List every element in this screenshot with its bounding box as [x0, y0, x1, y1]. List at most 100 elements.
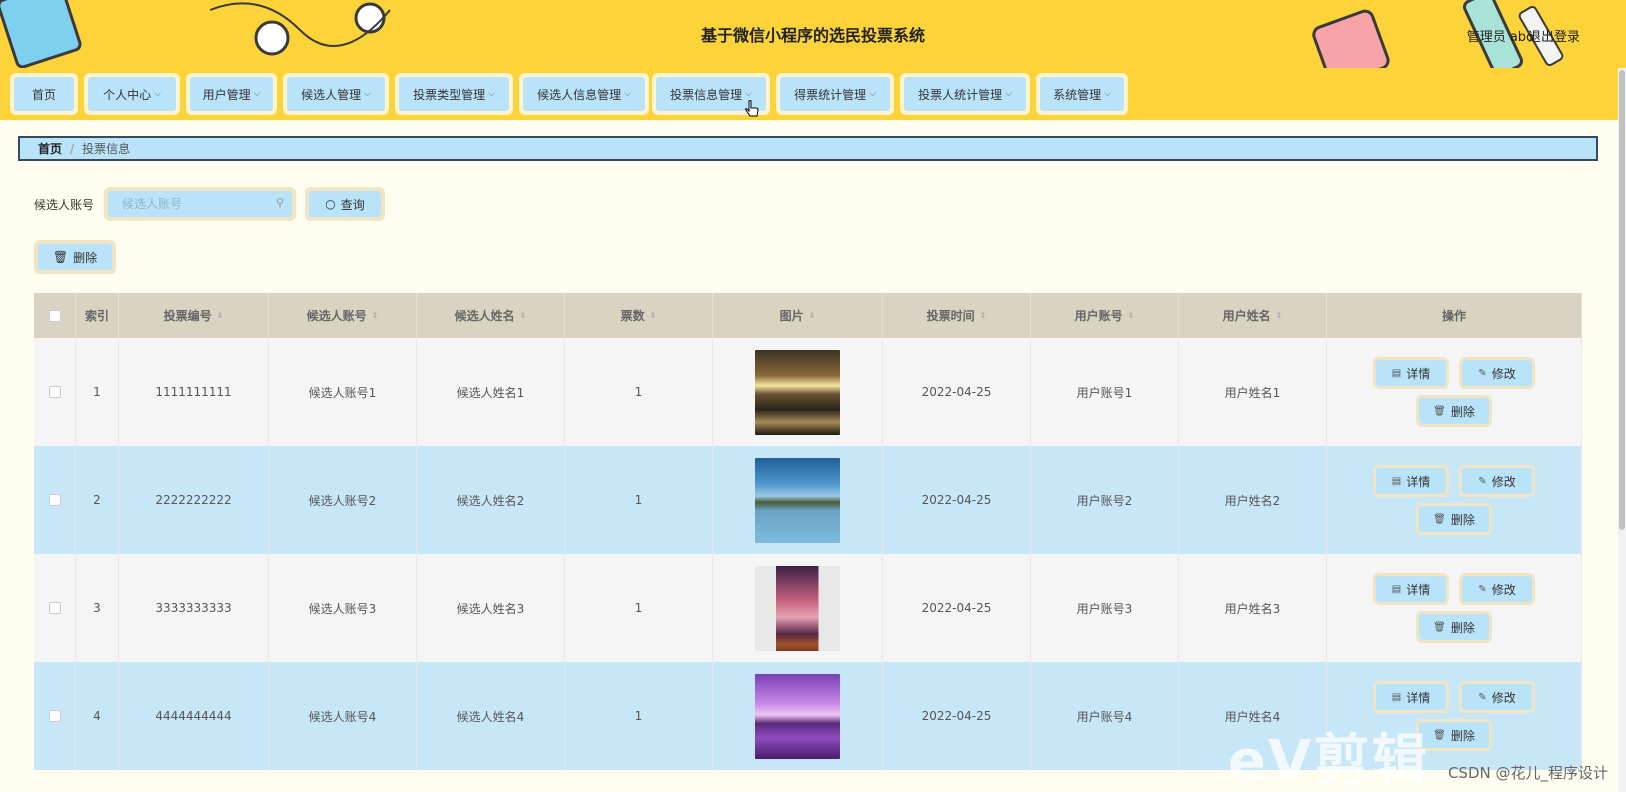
- edit-button[interactable]: ✎ 修改: [1462, 684, 1532, 710]
- col-header[interactable]: 投票时间 ⇕: [883, 293, 1031, 338]
- nav-item-voter-stats-management[interactable]: 投票人统计管理 ⌵: [900, 73, 1030, 115]
- detail-label: 详情: [1406, 366, 1431, 381]
- delete-button-wrapper: 🗑 删除: [1416, 611, 1492, 643]
- sunset-beach-image[interactable]: [755, 349, 840, 435]
- sort-icon[interactable]: ⇕: [1128, 311, 1135, 320]
- sort-icon[interactable]: ⇕: [809, 311, 816, 320]
- csdn-watermark: CSDN @花儿_程序设计: [1447, 764, 1608, 782]
- search-label: 候选人账号: [34, 198, 95, 212]
- sort-icon[interactable]: ⇕: [520, 311, 527, 320]
- detail-button[interactable]: ▤ 详情: [1376, 576, 1446, 602]
- col-header[interactable]: 投票编号 ⇕: [119, 293, 269, 338]
- hand-cursor-icon: [745, 100, 759, 117]
- nav-item-candidate-management[interactable]: 候选人管理 ⌵: [283, 73, 389, 115]
- cell-actions: ▤ 详情 ✎ 修改 🗑 删除: [1327, 446, 1582, 554]
- nav-item-system-management[interactable]: 系统管理 ⌵: [1036, 73, 1128, 115]
- search-button-label: 查询: [340, 197, 365, 212]
- cell-user-account: 用户账号4: [1031, 662, 1179, 770]
- logout-link[interactable]: 退出登录: [1528, 26, 1580, 45]
- candidate-account-search-input[interactable]: [108, 191, 292, 217]
- detail-button-wrapper: ▤ 详情: [1373, 573, 1449, 605]
- detail-button-wrapper: ▤ 详情: [1373, 465, 1449, 497]
- col-header[interactable]: 用户姓名 ⇕: [1179, 293, 1327, 338]
- nav-item-personal-center[interactable]: 个人中心 ⌵: [84, 73, 180, 115]
- chevron-down-icon: ⌵: [154, 89, 161, 99]
- sort-icon[interactable]: ⇕: [650, 311, 657, 320]
- detail-button[interactable]: ▤ 详情: [1376, 360, 1446, 386]
- detail-button[interactable]: ▤ 详情: [1376, 684, 1446, 710]
- page-title: 基于微信小程序的选民投票系统: [700, 26, 925, 45]
- table-header: 索引 投票编号 ⇕ 候选人账号 ⇕ 候选人姓名 ⇕ 票数 ⇕ 图片 ⇕ 投票时间 ⇕ 用户账…: [34, 293, 1582, 338]
- nav-item-vote-count-management[interactable]: 得票统计管理 ⌵: [776, 73, 894, 115]
- row-checkbox-cell: [34, 554, 76, 662]
- detail-label: 详情: [1406, 474, 1431, 489]
- nav-label: 投票信息管理: [670, 87, 743, 102]
- table-row: 1 1111111111 候选人账号1 候选人姓名1 1 2022-04-25 …: [34, 338, 1582, 446]
- col-header-label: 索引: [84, 309, 109, 323]
- vote-info-table: 索引 投票编号 ⇕ 候选人账号 ⇕ 候选人姓名 ⇕ 票数 ⇕ 图片 ⇕ 投票时间 ⇕ 用户账…: [34, 293, 1582, 770]
- cell-user-name: 用户姓名1: [1179, 338, 1327, 446]
- app-header: 基于微信小程序的选民投票系统 管理员 abo 退出登录: [0, 0, 1626, 68]
- row-checkbox[interactable]: [48, 710, 61, 722]
- row-checkbox[interactable]: [48, 602, 61, 614]
- nav-item-user-management[interactable]: 用户管理 ⌵: [186, 73, 277, 115]
- col-header[interactable]: 票数 ⇕: [565, 293, 713, 338]
- delete-button[interactable]: 🗑 删除: [1419, 398, 1489, 424]
- delete-label: 删除: [1450, 728, 1475, 743]
- user-info: 管理员 abo: [1466, 30, 1534, 45]
- sort-icon[interactable]: ⇕: [980, 311, 987, 320]
- cell-vote-time: 2022-04-25: [883, 554, 1031, 662]
- cell-vote-no: 2222222222: [119, 446, 269, 554]
- col-header[interactable]: 用户账号 ⇕: [1031, 293, 1179, 338]
- nav-item-candidate-info-management[interactable]: 候选人信息管理 ⌵: [519, 73, 649, 115]
- edit-button-wrapper: ✎ 修改: [1459, 357, 1535, 389]
- search-icon: ○: [325, 197, 336, 211]
- cell-image: [713, 338, 883, 446]
- col-header[interactable]: 图片 ⇕: [713, 293, 883, 338]
- edit-button[interactable]: ✎ 修改: [1462, 360, 1532, 386]
- select-all-checkbox[interactable]: [48, 309, 61, 322]
- edit-button-wrapper: ✎ 修改: [1459, 465, 1535, 497]
- col-header[interactable]: 候选人姓名 ⇕: [417, 293, 565, 338]
- row-checkbox[interactable]: [48, 386, 61, 398]
- row-checkbox-cell: [34, 446, 76, 554]
- page-scrollbar-thumb[interactable]: [1619, 70, 1625, 530]
- col-header-label: 用户姓名: [1222, 309, 1271, 323]
- cell-index: 3: [76, 554, 119, 662]
- cell-votes: 1: [565, 662, 713, 770]
- cell-image: [713, 446, 883, 554]
- row-checkbox[interactable]: [48, 494, 61, 506]
- detail-button[interactable]: ▤ 详情: [1376, 468, 1446, 494]
- edit-button[interactable]: ✎ 修改: [1462, 576, 1532, 602]
- sort-icon[interactable]: ⇕: [217, 311, 224, 320]
- cell-image: [713, 554, 883, 662]
- sort-icon[interactable]: ⇕: [372, 311, 379, 320]
- col-header-label: 操作: [1441, 309, 1466, 323]
- col-header[interactable]: 候选人账号 ⇕: [269, 293, 417, 338]
- delete-button[interactable]: 🗑 删除: [1419, 614, 1489, 640]
- cell-image: [713, 662, 883, 770]
- pink-cloud-painting-image[interactable]: [755, 565, 840, 651]
- lake-mountains-image[interactable]: [755, 457, 840, 543]
- nav-item-home[interactable]: 首页: [10, 73, 78, 115]
- row-checkbox-cell: [34, 662, 76, 770]
- chevron-down-icon: ⌵: [364, 89, 371, 99]
- delete-button[interactable]: 🗑 删除: [1419, 722, 1489, 748]
- delete-label: 删除: [1450, 404, 1475, 419]
- edit-label: 修改: [1491, 366, 1516, 381]
- breadcrumb-home[interactable]: 首页: [38, 140, 62, 157]
- search-button[interactable]: ○ 查询: [309, 191, 381, 217]
- delete-label: 删除: [1450, 620, 1475, 635]
- cell-user-name: 用户姓名3: [1179, 554, 1327, 662]
- chevron-down-icon: ⌵: [1104, 89, 1111, 99]
- nav-item-vote-type-management[interactable]: 投票类型管理 ⌵: [395, 73, 513, 115]
- bulk-delete-button[interactable]: 🗑 删除: [38, 244, 112, 270]
- detail-label: 详情: [1406, 582, 1431, 597]
- edit-button[interactable]: ✎ 修改: [1462, 468, 1532, 494]
- search-button-wrapper: ○ 查询: [305, 187, 385, 221]
- purple-sea-sunset-image[interactable]: [755, 673, 840, 759]
- chevron-down-icon: ⌵: [253, 89, 261, 99]
- sort-icon[interactable]: ⇕: [1276, 311, 1283, 320]
- edit-label: 修改: [1491, 582, 1516, 597]
- delete-button[interactable]: 🗑 删除: [1419, 506, 1489, 532]
